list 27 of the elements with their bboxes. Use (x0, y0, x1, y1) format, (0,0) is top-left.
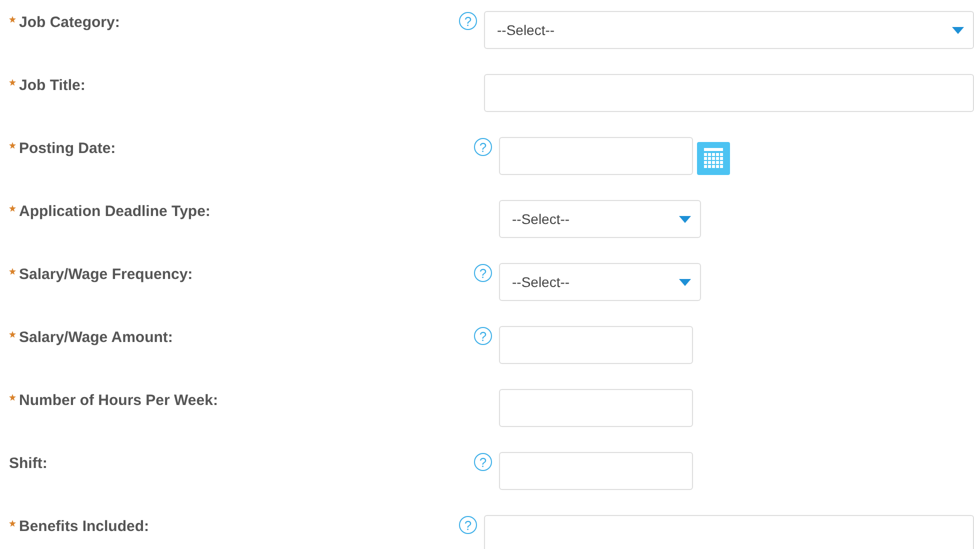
field-label: Job Category: (19, 14, 120, 31)
field-label: Benefits Included: (19, 518, 150, 535)
help-icon[interactable]: ? (474, 264, 492, 282)
text-field[interactable] (499, 326, 693, 364)
caret-icon (679, 278, 691, 286)
caret-icon (952, 26, 964, 34)
date-field[interactable] (499, 137, 693, 175)
field-label: Application Deadline Type: (19, 203, 210, 220)
help-icon[interactable]: ? (474, 453, 492, 471)
field-label: Job Title: (19, 77, 86, 94)
help-icon[interactable]: ? (474, 138, 492, 156)
help-icon[interactable]: ? (474, 327, 492, 345)
select-field[interactable]: --Select-- (499, 200, 701, 238)
field-label: Salary/Wage Frequency: (19, 266, 193, 283)
text-field[interactable] (499, 452, 693, 490)
field-label: Posting Date: (19, 140, 116, 157)
field-label: Number of Hours Per Week: (19, 392, 218, 409)
select-field[interactable]: --Select-- (484, 11, 974, 49)
help-icon[interactable]: ? (459, 516, 477, 534)
calendar-icon[interactable] (697, 142, 730, 175)
field-label: Salary/Wage Amount: (19, 329, 173, 346)
select-field[interactable]: --Select-- (499, 263, 701, 301)
help-icon[interactable]: ? (459, 12, 477, 30)
caret-icon (679, 216, 691, 222)
field-label: Shift: (9, 455, 48, 472)
text-field[interactable] (499, 389, 693, 427)
text-field[interactable] (484, 74, 974, 112)
